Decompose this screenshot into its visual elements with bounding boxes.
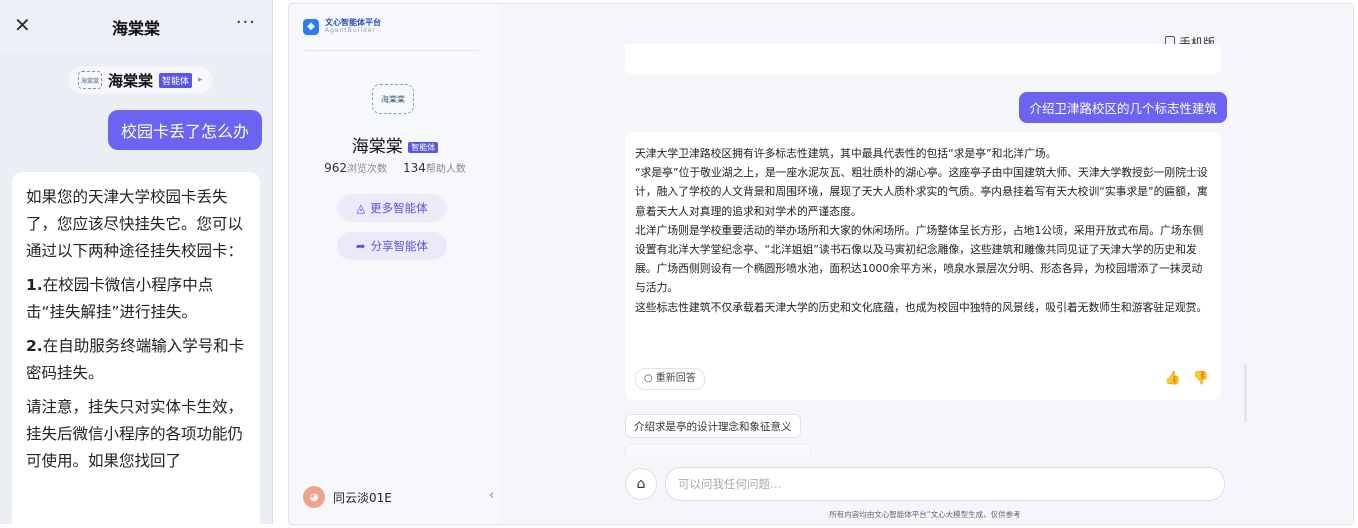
discover-icon: ◬ <box>356 201 366 215</box>
agent-avatar: 海棠棠 <box>372 84 414 114</box>
views-count: 962 <box>324 161 348 175</box>
divider <box>303 50 479 51</box>
answer-item-2-number: 2. <box>26 337 43 355</box>
chat-area: 手机版 介绍卫津路校区的几个标志性建筑 天津大学卫津路校区拥有许多标志性建筑，其… <box>501 4 1353 524</box>
agent-badge: 智能体 <box>408 141 439 153</box>
input-row: ⌂ 可以问我任何问题… <box>625 467 1225 501</box>
assistant-answer-card: 天津大学卫津路校区拥有许多标志性建筑，其中最具代表性的包括“求是亭”和北洋广场。… <box>625 132 1221 400</box>
agent-name: 海棠棠 <box>108 71 154 90</box>
answer-paragraph: “求是亭”位于敬业湖之上，是一座水泥灰瓦、粗壮质朴的湖心亭。这座亭子由中国建筑大… <box>635 166 1208 218</box>
brand-subtitle: AgentBuilder <box>325 27 376 34</box>
page-title: 海棠棠 <box>111 19 160 38</box>
user-name: 同云淡01E <box>333 490 392 505</box>
refresh-icon: ○ <box>644 373 653 385</box>
answer-paragraph: 这些标志性建筑不仅承载着天津大学的历史和文化底蕴，也成为校园中独特的风景线，吸引… <box>635 300 1208 314</box>
user-message: 校园卡丢了怎么办 <box>107 110 262 150</box>
helped-count: 134 <box>402 161 426 175</box>
answer-item-2-text: 在自助服务终端输入学号和卡密码挂失。 <box>26 337 245 382</box>
suggested-question-partial[interactable] <box>625 444 811 457</box>
answer-item-1-text: 在校园卡微信小程序中点击“挂失解挂”进行挂失。 <box>26 276 214 321</box>
agent-stats: 962浏览次数 134帮助人数 <box>289 160 501 175</box>
brand-text: 文心智能体平台 AgentBuilder <box>325 18 381 35</box>
assistant-answer: 如果您的天津大学校园卡丢失了，您应该尽快挂失它。您可以通过以下两种途径挂失校园卡… <box>12 172 260 524</box>
answer-item-1-number: 1. <box>26 276 43 294</box>
answer-paragraph: 天津大学卫津路校区拥有许多标志性建筑，其中最具代表性的包括“求是亭”和北洋广场。 <box>635 147 1057 160</box>
regenerate-label: 重新回答 <box>655 373 696 385</box>
views-label: 浏览次数 <box>347 164 388 175</box>
answer-item-2: 2.在自助服务终端输入学号和卡密码挂失。 <box>26 333 246 387</box>
regenerate-button[interactable]: ○ 重新回答 <box>635 368 705 390</box>
answer-note: 请注意，挂失只对实体卡生效，挂失后微信小程序的各项功能仍可使用。如果您找回了 <box>26 398 244 470</box>
avatar: ◕ <box>303 486 325 508</box>
suggested-question[interactable]: 介绍求是亭的设计理念和象征意义 <box>625 414 801 438</box>
mobile-panel: ✕ 海棠棠 ··· 海棠棠 海棠棠 智能体 ▸ 校园卡丢了怎么办 如果您的天津大… <box>0 0 273 524</box>
share-agent-button[interactable]: ➦ 分享智能体 <box>337 232 447 260</box>
share-icon: ➦ <box>355 239 366 253</box>
desktop-window: ◆ 文心智能体平台 AgentBuilder 海棠棠 海棠棠 智能体 962浏览… <box>288 3 1354 525</box>
collapse-sidebar-icon[interactable]: ‹ <box>489 488 494 503</box>
agent-logo: 海棠棠 <box>78 71 102 89</box>
answer-paragraph: 北洋广场则是学校重要活动的举办场所和大家的休闲场所。广场整体呈长方形，占地1公顷… <box>635 223 1204 295</box>
more-icon[interactable]: ··· <box>236 12 256 33</box>
share-agent-label: 分享智能体 <box>370 239 429 253</box>
feedback-buttons: 👍 👎 <box>1165 369 1209 388</box>
new-chat-icon[interactable]: ⌂ <box>625 468 657 500</box>
helped-label: 帮助人数 <box>425 164 466 175</box>
brand-logo-icon: ◆ <box>303 18 319 35</box>
user-question: 介绍卫津路校区的几个标志性建筑 <box>1019 92 1227 123</box>
more-agents-button[interactable]: ◬ 更多智能体 <box>337 194 447 222</box>
answer-intro: 如果您的天津大学校园卡丢失了，您应该尽快挂失它。您可以通过以下两种途径挂失校园卡… <box>26 188 244 260</box>
thumbs-down-icon[interactable]: 👎 <box>1193 369 1209 388</box>
agent-title-text: 海棠棠 <box>351 137 403 157</box>
brand-name: 文心智能体平台 <box>325 18 381 27</box>
agent-badge: 智能体 <box>159 72 193 88</box>
thumbs-up-icon[interactable]: 👍 <box>1165 369 1181 388</box>
brand[interactable]: ◆ 文心智能体平台 AgentBuilder <box>303 18 381 35</box>
mobile-header: ✕ 海棠棠 ··· <box>0 0 272 52</box>
answer-item-1: 1.在校园卡微信小程序中点击“挂失解挂”进行挂失。 <box>26 272 246 326</box>
disclaimer: 所有内容均由文心智能体平台“文心大模型生成，仅供参考 <box>829 510 1021 519</box>
chevron-right-icon: ▸ <box>198 75 203 85</box>
previous-message-card <box>625 44 1221 74</box>
more-agents-label: 更多智能体 <box>370 201 428 215</box>
user-profile[interactable]: ◕ 同云淡01E <box>303 486 392 508</box>
agent-pill[interactable]: 海棠棠 海棠棠 智能体 ▸ <box>68 66 213 94</box>
chat-input[interactable]: 可以问我任何问题… <box>665 467 1225 501</box>
agent-title: 海棠棠 智能体 <box>289 132 501 157</box>
sidebar: ◆ 文心智能体平台 AgentBuilder 海棠棠 海棠棠 智能体 962浏览… <box>289 4 501 524</box>
scrollbar[interactable] <box>1244 364 1247 422</box>
